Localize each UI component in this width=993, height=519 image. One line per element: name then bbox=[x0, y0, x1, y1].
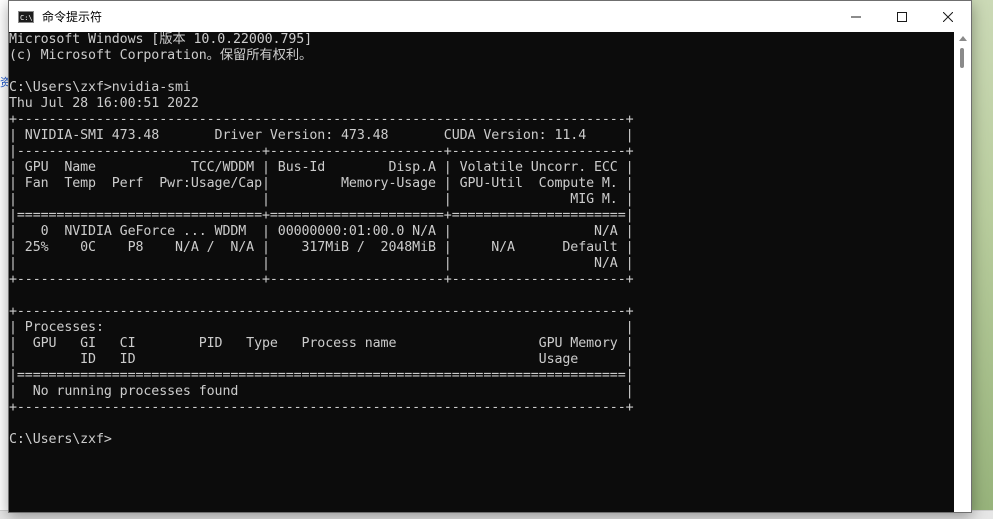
console-line: | Fan Temp Perf Pwr:Usage/Cap| Memory-Us… bbox=[9, 176, 634, 191]
console-line: | GPU GI CI PID Type Process name GPU Me… bbox=[9, 336, 634, 351]
console-line: | NVIDIA-SMI 473.48 Driver Version: 473.… bbox=[9, 128, 634, 143]
console-line: |=======================================… bbox=[9, 368, 634, 383]
console-line: | No running processes found | bbox=[9, 384, 634, 399]
console-line: | | | MIG M. | bbox=[9, 192, 634, 207]
console-line: | ID ID Usage | bbox=[9, 352, 634, 367]
console-line: |-------------------------------+-------… bbox=[9, 144, 634, 159]
close-button[interactable] bbox=[925, 1, 971, 32]
console-line: Thu Jul 28 16:00:51 2022 bbox=[9, 96, 199, 111]
background-wallpaper-right bbox=[971, 0, 993, 519]
console-line: C:\Users\zxf> bbox=[9, 432, 112, 447]
cmd-window[interactable]: C:\ 命令提示符 Microsoft Windows [版本 10.0.220… bbox=[8, 0, 972, 513]
minimize-button[interactable] bbox=[833, 1, 879, 32]
console-line: | | | N/A | bbox=[9, 256, 634, 271]
console-line: | GPU Name TCC/WDDM | Bus-Id Disp.A | Vo… bbox=[9, 160, 634, 175]
window-title: 命令提示符 bbox=[42, 10, 103, 24]
title-bar[interactable]: C:\ 命令提示符 bbox=[9, 1, 971, 32]
vertical-scrollbar[interactable] bbox=[954, 32, 971, 512]
window-controls bbox=[833, 1, 971, 32]
console-line: | 0 NVIDIA GeForce ... WDDM | 00000000:0… bbox=[9, 224, 634, 239]
scroll-thumb[interactable] bbox=[960, 48, 964, 68]
console-line: +---------------------------------------… bbox=[9, 112, 634, 127]
console-output-area[interactable]: Microsoft Windows [版本 10.0.22000.795] (c)… bbox=[9, 32, 971, 512]
console-line: Microsoft Windows [版本 10.0.22000.795] bbox=[9, 32, 313, 47]
console-line: | 25% 0C P8 N/A / N/A | 317MiB / 2048MiB… bbox=[9, 240, 634, 255]
console-text[interactable]: Microsoft Windows [版本 10.0.22000.795] (c)… bbox=[9, 32, 634, 448]
minimize-icon bbox=[851, 16, 861, 17]
cmd-icon: C:\ bbox=[18, 10, 34, 23]
console-line: +---------------------------------------… bbox=[9, 304, 634, 319]
desktop-background: 资 设 天 设 说 设 说 设 设 项 设 说 C:\ 命令提示符 Micros… bbox=[0, 0, 993, 519]
close-icon bbox=[943, 11, 953, 22]
maximize-icon bbox=[897, 11, 907, 22]
scroll-up-arrow-icon[interactable] bbox=[959, 36, 967, 41]
console-line: +---------------------------------------… bbox=[9, 400, 634, 415]
console-line: | Processes: | bbox=[9, 320, 634, 335]
console-line: |===============================+=======… bbox=[9, 208, 634, 223]
console-line: (c) Microsoft Corporation。保留所有权利。 bbox=[9, 48, 313, 63]
console-line: +-------------------------------+-------… bbox=[9, 272, 634, 287]
console-line: C:\Users\zxf>nvidia-smi bbox=[9, 80, 191, 95]
maximize-button[interactable] bbox=[879, 1, 925, 32]
